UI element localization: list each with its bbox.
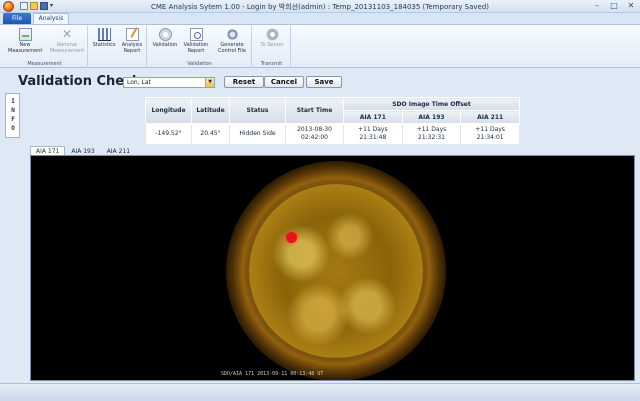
validation-report-icon — [189, 28, 203, 41]
aia193-days: +11 Days — [416, 126, 447, 133]
statistics-chart-icon — [97, 28, 111, 41]
remove-measurement-label: Remove Measurement — [49, 42, 85, 54]
column-header-aia211: AIA 211 — [460, 110, 520, 124]
minimize-button[interactable]: – — [592, 1, 602, 11]
aia171-time: 21:31:48 — [359, 134, 387, 141]
title-bar: ▾ CME Analysis Sytem 1.00 - Login by 박희선… — [0, 0, 640, 13]
to-server-label: To Server — [260, 42, 284, 48]
ribbon-group-label: Validation — [187, 61, 212, 67]
tab-aia-211[interactable]: AIA 211 — [101, 146, 136, 155]
cancel-button[interactable]: Cancel — [264, 76, 304, 88]
validation-button[interactable]: Validation — [150, 28, 180, 48]
cell-status: Hidden Side — [229, 123, 286, 145]
cell-aia211-offset: +11 Days 21:34:01 — [460, 123, 520, 145]
ribbon-group-label: Transmit — [260, 61, 283, 67]
analysis-report-button[interactable]: Analysis Report — [119, 28, 145, 54]
tab-file[interactable]: File — [3, 13, 31, 24]
validation-report-button[interactable]: Validation Report — [181, 28, 211, 54]
aia211-days: +11 Days — [475, 126, 505, 133]
chevron-down-icon[interactable]: ▼ — [205, 78, 214, 87]
server-disc-icon — [265, 28, 279, 41]
new-measurement-button[interactable]: New Measurement — [8, 28, 42, 54]
ribbon-group-transmit: To Server Transmit — [253, 26, 291, 68]
validation-report-label: Validation Report — [183, 42, 209, 54]
generate-control-file-button[interactable]: Generate Control File — [214, 28, 250, 54]
aia193-time: 21:32:31 — [418, 134, 445, 141]
save-button[interactable]: Save — [306, 76, 342, 88]
generate-control-file-label: Generate Control File — [217, 42, 247, 54]
remove-measurement-button[interactable]: ✕ Remove Measurement — [48, 27, 86, 55]
column-header-aia193: AIA 193 — [401, 110, 462, 124]
cell-longitude: -149.52° — [145, 123, 192, 145]
aia171-days: +11 Days — [358, 126, 388, 133]
cell-start-time: 2013-08-30 02:42:00 — [285, 123, 344, 145]
table-header-row: Longitude Latitude Status Start Time SDO… — [145, 97, 520, 124]
maximize-button[interactable]: □ — [609, 1, 619, 11]
ribbon-group-measurement: New Measurement ✕ Remove Measurement Mea… — [2, 26, 88, 68]
status-bar — [0, 383, 640, 401]
tab-aia-193[interactable]: AIA 193 — [65, 146, 100, 155]
tab-aia-171[interactable]: AIA 171 — [30, 146, 66, 155]
solar-image-panel[interactable]: SDO/AIA 171 2013-09-11 00:13:48 UT — [30, 155, 635, 381]
app-window: ▾ CME Analysis Sytem 1.00 - Login by 박희선… — [0, 0, 640, 401]
ribbon-tabs: File Analysis — [0, 13, 640, 25]
sun-disk — [249, 184, 423, 358]
start-clock: 02:42:00 — [301, 134, 328, 141]
coordinate-mode-value: Lon, Lat — [127, 79, 151, 86]
image-tabs: AIA 171 AIA 193 AIA 211 — [30, 146, 136, 155]
statistics-button[interactable]: Statistics — [91, 28, 117, 48]
start-date: 2013-08-30 — [297, 126, 332, 133]
report-pencil-icon — [125, 28, 139, 41]
info-label: INFO — [11, 98, 15, 132]
column-header-longitude: Longitude — [145, 97, 192, 124]
ribbon-group-label: Measurement — [27, 61, 62, 67]
ribbon: New Measurement ✕ Remove Measurement Mea… — [0, 24, 640, 68]
ribbon-group-validation: Validation Validation Report Generate Co… — [148, 26, 252, 68]
window-controls: – □ ✕ — [592, 1, 636, 11]
column-header-aia171: AIA 171 — [343, 110, 403, 124]
to-server-button[interactable]: To Server — [257, 28, 287, 48]
close-button[interactable]: ✕ — [626, 1, 636, 11]
cell-aia193-offset: +11 Days 21:32:31 — [401, 123, 462, 145]
new-measurement-icon — [18, 28, 32, 41]
analysis-report-label: Analysis Report — [121, 42, 143, 54]
statistics-label: Statistics — [92, 42, 116, 48]
image-caption: SDO/AIA 171 2013-09-11 00:13:48 UT — [221, 371, 324, 377]
cme-location-marker[interactable] — [286, 232, 297, 243]
ribbon-group-tools: Statistics Analysis Report — [89, 26, 147, 68]
cell-aia171-offset: +11 Days 21:31:48 — [343, 123, 403, 145]
column-header-start-time: Start Time — [285, 97, 344, 124]
table-row[interactable]: -149.52° 20.45° Hidden Side 2013-08-30 0… — [145, 123, 520, 145]
info-side-tab[interactable]: INFO — [5, 93, 20, 138]
coordinate-mode-select[interactable]: Lon, Lat ▼ — [123, 77, 215, 88]
column-header-status: Status — [229, 97, 286, 124]
validation-table: Longitude Latitude Status Start Time SDO… — [145, 97, 520, 145]
reset-button[interactable]: Reset — [224, 76, 264, 88]
column-header-latitude: Latitude — [191, 97, 230, 124]
validation-icon — [158, 28, 172, 41]
aia211-time: 21:34:01 — [476, 134, 504, 141]
cell-latitude: 20.45° — [191, 123, 230, 145]
new-measurement-label: New Measurement — [8, 42, 43, 54]
validation-label: Validation — [152, 42, 178, 48]
remove-icon: ✕ — [61, 27, 73, 41]
column-header-sdo-offset: SDO Image Time Offset — [343, 97, 520, 111]
gear-icon — [225, 28, 239, 41]
window-title: CME Analysis Sytem 1.00 - Login by 박희선(a… — [151, 3, 489, 11]
